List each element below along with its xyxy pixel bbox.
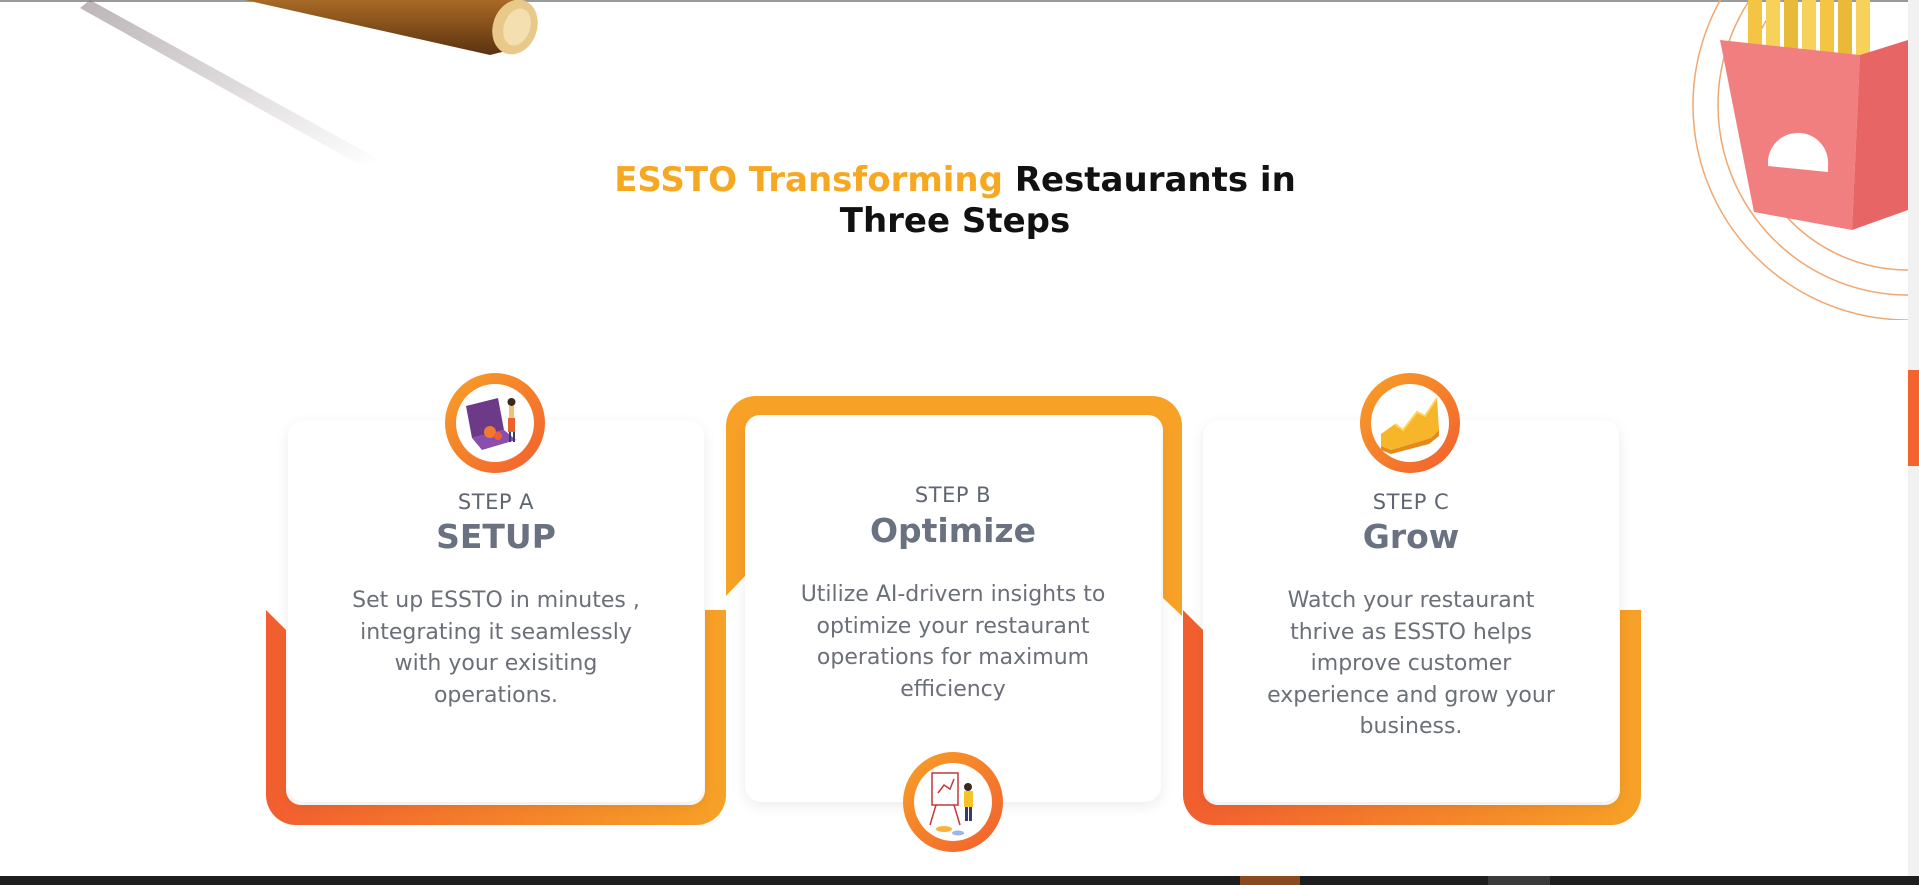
scrollbar-thumb[interactable] [1908, 370, 1919, 466]
step-b-icon-ring [903, 752, 1003, 852]
step-c-card: STEP C Grow Watch your restaurant thrive… [1203, 420, 1619, 802]
step-c-label: STEP C [1372, 490, 1450, 514]
step-a-description: Set up ESSTO in minutes , integrating it… [352, 588, 640, 708]
bottom-bar-segment [1488, 876, 1550, 885]
heading-line1: Restaurants in [1014, 160, 1296, 200]
step-c-title: Grow [1362, 517, 1460, 556]
step-b-label: STEP B [914, 483, 992, 507]
bottom-bar [0, 876, 1919, 885]
step-c-icon-ring [1360, 373, 1460, 473]
heading-line2: Three Steps [839, 201, 1071, 241]
heading-accent: ESSTO Transforming [614, 160, 1003, 200]
bottom-bar-segment [1240, 876, 1300, 885]
growth-chart-icon [1381, 397, 1439, 454]
step-a-label: STEP A [457, 490, 535, 514]
step-b-description: Utilize AI-drivern insights to optimize … [800, 582, 1106, 702]
step-c-description: Watch your restaurant thrive as ESSTO he… [1267, 588, 1555, 739]
fries-decoration [1692, 0, 1908, 320]
presentation-board-icon [929, 772, 973, 836]
step-a-icon-ring [445, 373, 545, 473]
step-a-title: SETUP [436, 517, 556, 556]
step-b-title: Optimize [869, 511, 1037, 550]
wooden-stick-decoration [80, 0, 538, 165]
laptop-setup-icon [466, 398, 516, 450]
step-b-card: STEP B Optimize Utilize AI-drivern insig… [745, 418, 1161, 802]
section-heading: ESSTO Transforming Restaurants in Three … [540, 160, 1370, 242]
step-a-card: STEP A SETUP Set up ESSTO in minutes , i… [288, 420, 704, 802]
